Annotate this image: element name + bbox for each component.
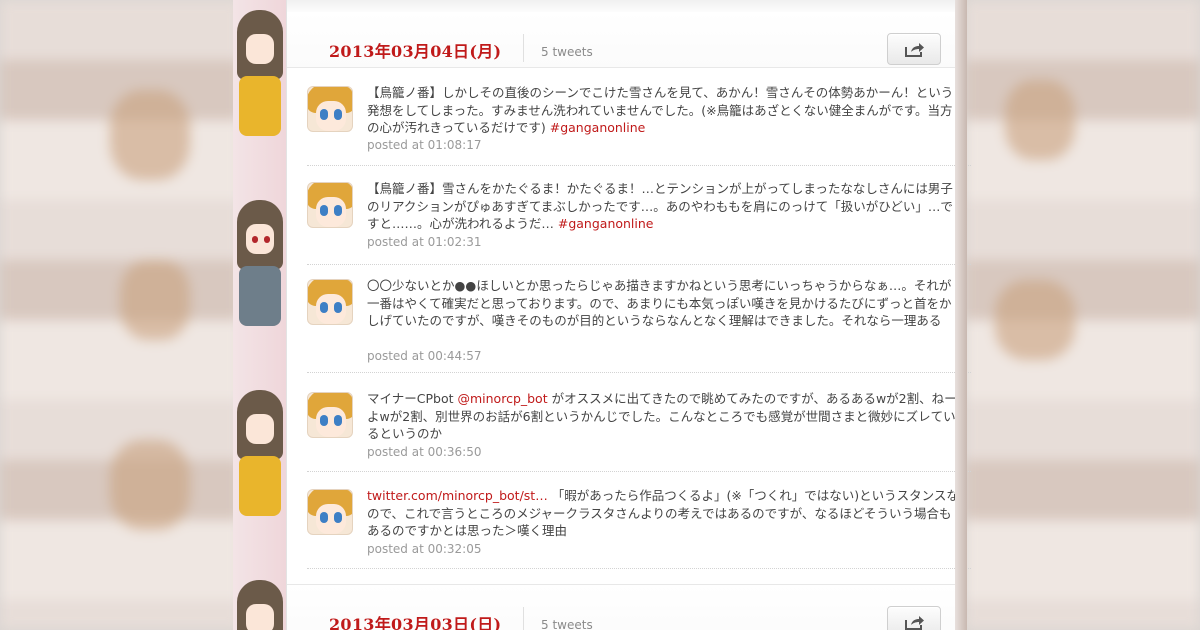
day-date: 2013年03月03日(日) [329, 615, 502, 630]
hashtag-link[interactable]: #ganganonline [558, 216, 654, 231]
user-avatar[interactable] [307, 279, 353, 325]
share-button[interactable] [887, 33, 941, 65]
right-blurred-background [965, 0, 1200, 630]
posted-time[interactable]: posted at 00:36:50 [367, 445, 482, 459]
posted-time[interactable]: posted at 00:44:57 [367, 349, 482, 363]
url-link[interactable]: twitter.com/minorcp_bot/st… [367, 488, 548, 503]
decorative-character-strip [233, 0, 286, 630]
tweet-item: 【鳥籠ノ番】しかしその直後のシーンでこけた雪さんを見て、あかん！雪さんその体勢あ… [307, 85, 971, 166]
tweet-text: twitter.com/minorcp_bot/st… 「暇があったら作品つくる… [367, 488, 959, 538]
panel-right-edge [955, 0, 967, 630]
tweet-item: twitter.com/minorcp_bot/st… 「暇があったら作品つくる… [307, 488, 971, 569]
posted-time[interactable]: posted at 01:02:31 [367, 235, 482, 249]
user-avatar[interactable] [307, 182, 353, 228]
posted-time[interactable]: posted at 00:32:05 [367, 542, 482, 556]
day-header: 2013年03月03日(日) 5 tweets [287, 584, 966, 630]
tweet-count: 5 tweets [541, 45, 593, 59]
tweet-item: 〇〇少ないとか●●ほしいとか思ったらじゃあ描きますかねという思考にいっちゃうから… [307, 278, 971, 373]
user-avatar[interactable] [307, 489, 353, 535]
day-date: 2013年03月04日(月) [329, 42, 502, 61]
header-divider [523, 34, 524, 62]
user-avatar[interactable] [307, 86, 353, 132]
user-avatar[interactable] [307, 392, 353, 438]
tweet-count: 5 tweets [541, 618, 593, 630]
mention-link[interactable]: @minorcp_bot [457, 391, 547, 406]
share-button[interactable] [887, 606, 941, 630]
tweet-text: 〇〇少ないとか●●ほしいとか思ったらじゃあ描きますかねという思考にいっちゃうから… [367, 278, 952, 328]
tweet-item: マイナーCPbot @minorcp_bot がオススメに出てきたので眺めてみた… [307, 391, 971, 472]
tweet-item: 【鳥籠ノ番】雪さんをかたぐるま！かたぐるま！…とテンションが上がってしまったなな… [307, 181, 971, 265]
left-blurred-background [0, 0, 240, 630]
header-divider [523, 607, 524, 630]
hashtag-link[interactable]: #ganganonline [550, 120, 646, 135]
tweet-archive-panel: 2013年03月04日(月) 5 tweets 【鳥籠ノ番】しかしその直後のシー… [286, 0, 971, 630]
posted-time[interactable]: posted at 01:08:17 [367, 138, 482, 152]
tweet-text: 【鳥籠ノ番】雪さんをかたぐるま！かたぐるま！…とテンションが上がってしまったなな… [367, 181, 953, 231]
share-icon [905, 43, 924, 57]
tweet-text: 【鳥籠ノ番】しかしその直後のシーンでこけた雪さんを見て、あかん！雪さんその体勢あ… [367, 85, 954, 135]
tweet-text: マイナーCPbot @minorcp_bot がオススメに出てきたので眺めてみた… [367, 391, 957, 441]
share-icon [905, 616, 924, 630]
day-header: 2013年03月04日(月) 5 tweets [287, 12, 966, 68]
